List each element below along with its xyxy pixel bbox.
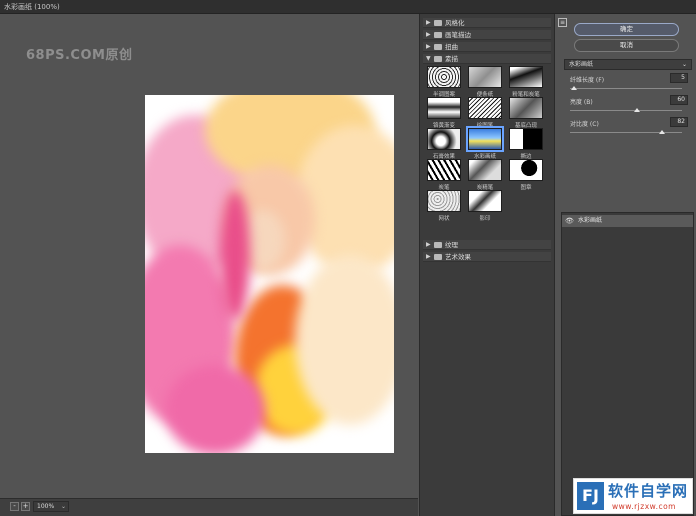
zoom-value: 100% — [37, 503, 55, 510]
folder-icon — [434, 32, 442, 38]
thumb-halftone[interactable]: 半调图案 — [426, 66, 462, 98]
param-contrast: 对比度 (C) 82 — [564, 117, 692, 139]
thumb-water-paper[interactable]: 水彩画纸 — [466, 126, 504, 160]
param-label: 纤维长度 (F) — [570, 77, 605, 84]
thumb-torn-edges[interactable]: 撕边 — [508, 128, 544, 160]
thumb-stamp[interactable]: 图章 — [508, 159, 544, 191]
slider-knob[interactable] — [634, 108, 641, 112]
expand-arrow-icon: ▶ — [426, 31, 431, 38]
thumb-plaster[interactable]: 石膏效果 — [426, 128, 462, 160]
thumb-charcoal[interactable]: 炭笔 — [426, 159, 462, 191]
thumbnail-image — [468, 66, 502, 88]
chevron-down-icon: ⌄ — [681, 61, 687, 68]
slider-knob[interactable] — [658, 130, 665, 134]
thumbnail-image — [427, 97, 461, 119]
category-texture[interactable]: ▶ 纹理 — [423, 240, 551, 250]
watermark-text: 68PS.COM原创 — [26, 48, 133, 63]
category-label: 画笔描边 — [445, 31, 471, 39]
category-artistic[interactable]: ▶ 艺术效果 — [423, 252, 551, 262]
thumbnail-image — [468, 190, 502, 212]
thumb-label: 图章 — [520, 185, 532, 191]
filter-gallery: ▶ 风格化 ▶ 画笔描边 ▶ 扭曲 ▼ 素描 半调图案 便条纸 粉笔和炭笔 铬黄… — [419, 14, 555, 516]
thumb-photocopy[interactable]: 影印 — [467, 190, 503, 222]
filter-select-value: 水彩画纸 — [569, 61, 594, 68]
effect-layer-name: 水彩画纸 — [578, 217, 603, 224]
param-fiber-length: 纤维长度 (F) 5 — [564, 73, 692, 95]
zoom-select[interactable]: 100% ⌄ — [33, 501, 69, 512]
thumb-note-paper[interactable]: 便条纸 — [467, 66, 503, 98]
category-label: 素描 — [445, 55, 458, 63]
thumbnail-image — [509, 66, 543, 88]
param-value-input[interactable]: 60 — [670, 95, 688, 105]
cancel-button[interactable]: 取消 — [574, 39, 679, 52]
folder-icon — [434, 44, 442, 50]
expand-arrow-icon: ▶ — [426, 241, 431, 248]
thumb-label: 影印 — [479, 216, 491, 222]
logo-mark: FJ — [577, 482, 604, 510]
folder-icon — [434, 254, 442, 260]
chevron-down-icon: ⌄ — [60, 503, 66, 510]
status-bar: - + 100% ⌄ — [0, 498, 418, 516]
param-brightness: 亮度 (B) 60 — [564, 95, 692, 117]
zoom-in-button[interactable]: + — [21, 502, 30, 511]
effect-layer-row[interactable]: 👁 水彩画纸 — [562, 215, 693, 227]
param-value-input[interactable]: 82 — [670, 117, 688, 127]
site-logo: FJ 软件自学网 www.rjzxw.com — [573, 478, 693, 514]
preview-area[interactable]: 68PS.COM原创 — [0, 14, 418, 498]
category-label: 纹理 — [445, 241, 458, 249]
thumbnail-image — [466, 126, 504, 152]
thumbnail-image — [468, 159, 502, 181]
collapse-gallery-icon[interactable]: ≡ — [558, 18, 567, 27]
collapse-arrow-icon: ▼ — [426, 55, 431, 62]
param-label: 亮度 (B) — [570, 99, 593, 106]
thumbnail-image — [427, 128, 461, 150]
thumb-bas-relief[interactable]: 基底凸现 — [508, 97, 544, 129]
slider-track[interactable] — [570, 132, 682, 133]
thumb-chalk-charcoal[interactable]: 粉笔和炭笔 — [508, 66, 544, 98]
category-label: 艺术效果 — [445, 253, 471, 261]
thumb-reticulation[interactable]: 网状 — [426, 190, 462, 222]
preview-image — [145, 95, 394, 453]
settings-panel: ≡ 确定 取消 水彩画纸 ⌄ 纤维长度 (F) 5 亮度 (B) 60 对比度 … — [556, 14, 696, 516]
zoom-out-button[interactable]: - — [10, 502, 19, 511]
thumb-conte-crayon[interactable]: 炭精笔 — [467, 159, 503, 191]
slider-track[interactable] — [570, 88, 682, 89]
logo-brand: 软件自学网 — [608, 482, 689, 500]
thumbnail-image — [427, 159, 461, 181]
folder-open-icon — [434, 56, 442, 62]
ok-button[interactable]: 确定 — [574, 23, 679, 36]
category-brush-strokes[interactable]: ▶ 画笔描边 — [423, 30, 551, 40]
expand-arrow-icon: ▶ — [426, 43, 431, 50]
param-label: 对比度 (C) — [570, 121, 599, 128]
folder-icon — [434, 20, 442, 26]
thumb-graphic-pen[interactable]: 绘图笔 — [467, 97, 503, 129]
thumbnail-image — [509, 159, 543, 181]
window-title: 水彩画纸 (100%) — [4, 3, 60, 11]
expand-arrow-icon: ▶ — [426, 253, 431, 260]
slider-track[interactable] — [570, 110, 682, 111]
thumb-chrome[interactable]: 铬黄渐变 — [426, 97, 462, 129]
filter-select[interactable]: 水彩画纸 ⌄ — [564, 59, 692, 70]
category-stylize[interactable]: ▶ 风格化 — [423, 18, 551, 28]
category-label: 风格化 — [445, 19, 465, 27]
slider-knob[interactable] — [571, 86, 578, 90]
folder-icon — [434, 242, 442, 248]
param-value-input[interactable]: 5 — [670, 73, 688, 83]
effect-layers-list: 👁 水彩画纸 — [561, 212, 694, 516]
thumbnail-image — [509, 128, 543, 150]
logo-url: www.rjzxw.com — [612, 502, 676, 511]
thumb-label: 网状 — [438, 216, 450, 222]
thumbnail-image — [509, 97, 543, 119]
category-distort[interactable]: ▶ 扭曲 — [423, 42, 551, 52]
expand-arrow-icon: ▶ — [426, 19, 431, 26]
eye-icon[interactable]: 👁 — [565, 216, 574, 226]
title-bar: 水彩画纸 (100%) — [0, 0, 696, 14]
thumbnail-image — [427, 66, 461, 88]
thumbnail-image — [427, 190, 461, 212]
category-label: 扭曲 — [445, 43, 458, 51]
thumbnail-image — [468, 97, 502, 119]
category-sketch[interactable]: ▼ 素描 — [423, 54, 551, 64]
